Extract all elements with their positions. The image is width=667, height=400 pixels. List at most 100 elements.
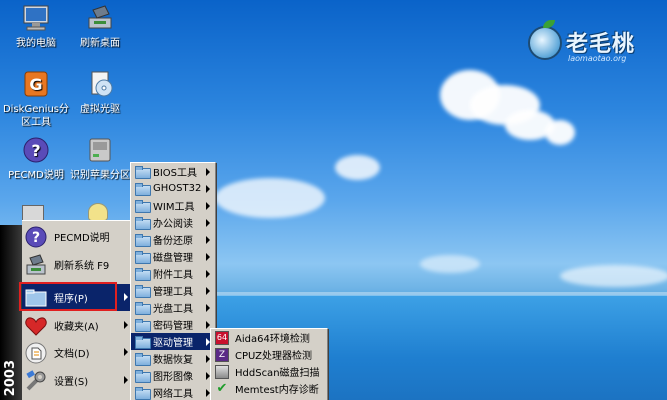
desktop-icon-label: 虚拟光驱 [80, 104, 120, 115]
logo-site: laomaotao.org [568, 54, 627, 63]
programs-item[interactable]: 网络工具 [131, 384, 215, 400]
settings-icon [24, 369, 48, 393]
folder-icon [135, 370, 151, 383]
desktop-icon-label: 我的电脑 [16, 38, 56, 49]
folder-icon [135, 166, 151, 179]
desktop-icon-refresh-desktop[interactable]: 刷新桌面 [64, 4, 136, 50]
programs-item[interactable]: 磁盘管理 [131, 248, 215, 265]
programs-item-label: GHOST32 [153, 183, 202, 194]
documents-icon [24, 341, 48, 365]
folder-icon [135, 268, 151, 281]
svg-text:?: ? [31, 141, 40, 160]
driver-tools-submenu: 64 Aida64环境检测 Z CPUZ处理器检测 HddScan磁盘扫描 ✔ … [210, 328, 328, 400]
desktop-icon-label: 识别苹果分区 [70, 170, 130, 181]
programs-item[interactable]: 光盘工具 [131, 299, 215, 316]
start-item-documents[interactable]: 文档(D) [22, 339, 132, 366]
favorites-heart-icon [24, 314, 48, 338]
desktop-icon-label: PECMD说明 [8, 170, 64, 181]
cloud [335, 155, 380, 180]
hddscan-icon [215, 364, 229, 379]
programs-item[interactable]: GHOST32 [131, 180, 215, 197]
start-item-pecmd-help[interactable]: ? PECMD说明 [22, 223, 132, 250]
folder-icon [135, 319, 151, 332]
help-icon: ? [24, 225, 48, 249]
start-item-label: 文档(D) [54, 349, 90, 360]
disk-icon [85, 136, 115, 166]
desktop-icon-pecmd-help[interactable]: ? PECMD说明 [0, 136, 72, 182]
start-item-refresh-system[interactable]: 刷新系统 F9 [22, 251, 132, 278]
chevron-right-icon [206, 202, 210, 210]
programs-item[interactable]: BIOS工具 [131, 163, 215, 180]
programs-item-label: 办公阅读 [153, 219, 193, 230]
logo-leaf-icon [543, 20, 555, 28]
cloud [215, 178, 325, 218]
programs-item[interactable]: 图形图像 [131, 367, 215, 384]
chevron-right-icon [206, 270, 210, 278]
start-item-settings[interactable]: 设置(S) [22, 367, 132, 394]
tool-item-label: Aida64环境检测 [235, 334, 310, 345]
programs-item[interactable]: 办公阅读 [131, 214, 215, 231]
folder-icon [135, 234, 151, 247]
start-item-label: PECMD说明 [54, 233, 110, 244]
tool-item-memtest[interactable]: ✔ Memtest内存诊断 [211, 380, 327, 397]
tool-item-label: CPUZ处理器检测 [235, 351, 313, 362]
diskgenius-icon: G [21, 70, 51, 100]
desktop-icon-label: DiskGenius分区工具 [2, 104, 70, 128]
aida64-icon: 64 [215, 330, 229, 345]
tool-item-label: HddScan磁盘扫描 [235, 368, 320, 379]
start-item-partial [22, 395, 132, 400]
folder-icon [135, 336, 151, 349]
programs-item-label: 管理工具 [153, 287, 193, 298]
programs-item[interactable]: WIM工具 [131, 197, 215, 214]
logo-apple-icon [528, 26, 562, 60]
svg-text:?: ? [32, 230, 40, 246]
folder-icon [135, 285, 151, 298]
start-menu-sidebar: 2003 [0, 225, 22, 400]
folder-icon [135, 217, 151, 230]
desktop-icon-virtual-drive[interactable]: 虚拟光驱 [64, 70, 136, 116]
programs-item-label: 图形图像 [153, 372, 193, 383]
svg-text:G: G [29, 75, 42, 94]
programs-item[interactable]: 密码管理 [131, 316, 215, 333]
start-menu-side-label: 2003 [3, 359, 18, 396]
tool-item-cpuz[interactable]: Z CPUZ处理器检测 [211, 346, 327, 363]
programs-item-label: 磁盘管理 [153, 253, 193, 264]
programs-item[interactable]: 管理工具 [131, 282, 215, 299]
chevron-right-icon [206, 168, 210, 176]
desktop-icon-label: 刷新桌面 [80, 38, 120, 49]
folder-icon [135, 183, 151, 196]
programs-item[interactable]: 附件工具 [131, 265, 215, 282]
refresh-desktop-icon [85, 4, 115, 34]
folder-icon [135, 353, 151, 366]
help-icon: ? [21, 136, 51, 166]
desktop-icon-diskgenius[interactable]: G DiskGenius分区工具 [0, 70, 72, 129]
chevron-right-icon [206, 185, 210, 193]
chevron-right-icon [206, 236, 210, 244]
desktop-icon-my-computer[interactable]: 我的电脑 [0, 4, 72, 50]
programs-item[interactable]: 数据恢复 [131, 350, 215, 367]
tool-item-aida64[interactable]: 64 Aida64环境检测 [211, 329, 327, 346]
programs-item-label: 密码管理 [153, 321, 193, 332]
cloud [560, 265, 667, 287]
programs-item-label: 备份还原 [153, 236, 193, 247]
desktop-icon-apple-partition[interactable]: 识别苹果分区 [64, 136, 136, 182]
programs-item-label: BIOS工具 [153, 168, 198, 179]
chevron-right-icon [206, 219, 210, 227]
start-item-favorites[interactable]: 收藏夹(A) [22, 312, 132, 339]
programs-item-label: 附件工具 [153, 270, 193, 281]
programs-item-driver-management[interactable]: 驱动管理 [131, 333, 215, 350]
programs-item[interactable]: 备份还原 [131, 231, 215, 248]
tool-item-hddscan[interactable]: HddScan磁盘扫描 [211, 363, 327, 380]
folder-icon [135, 251, 151, 264]
virtual-drive-icon [85, 70, 115, 100]
chevron-right-icon [206, 304, 210, 312]
programs-item-label: 驱动管理 [153, 338, 193, 349]
memtest-icon: ✔ [216, 380, 228, 396]
chevron-right-icon [206, 287, 210, 295]
start-item-label: 刷新系统 F9 [54, 261, 110, 272]
tool-item-label: Memtest内存诊断 [235, 385, 319, 396]
selection-highlight-box [19, 282, 117, 311]
programs-submenu: BIOS工具 GHOST32 WIM工具 办公阅读 备份还原 磁盘管理 附件工具… [130, 162, 216, 400]
chevron-right-icon [124, 321, 128, 329]
programs-item-label: 网络工具 [153, 389, 193, 400]
